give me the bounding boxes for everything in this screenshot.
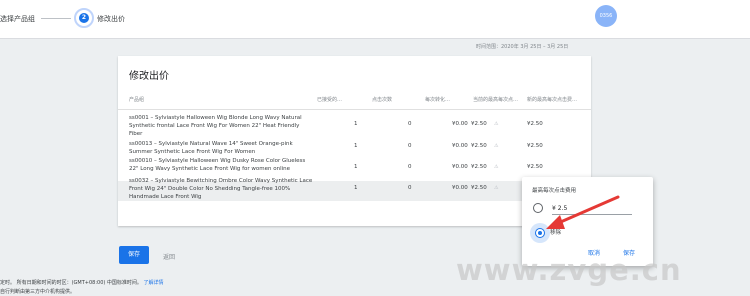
annotation-arrow-icon [546,195,620,229]
watermark: www.zvge.cn [456,253,682,287]
